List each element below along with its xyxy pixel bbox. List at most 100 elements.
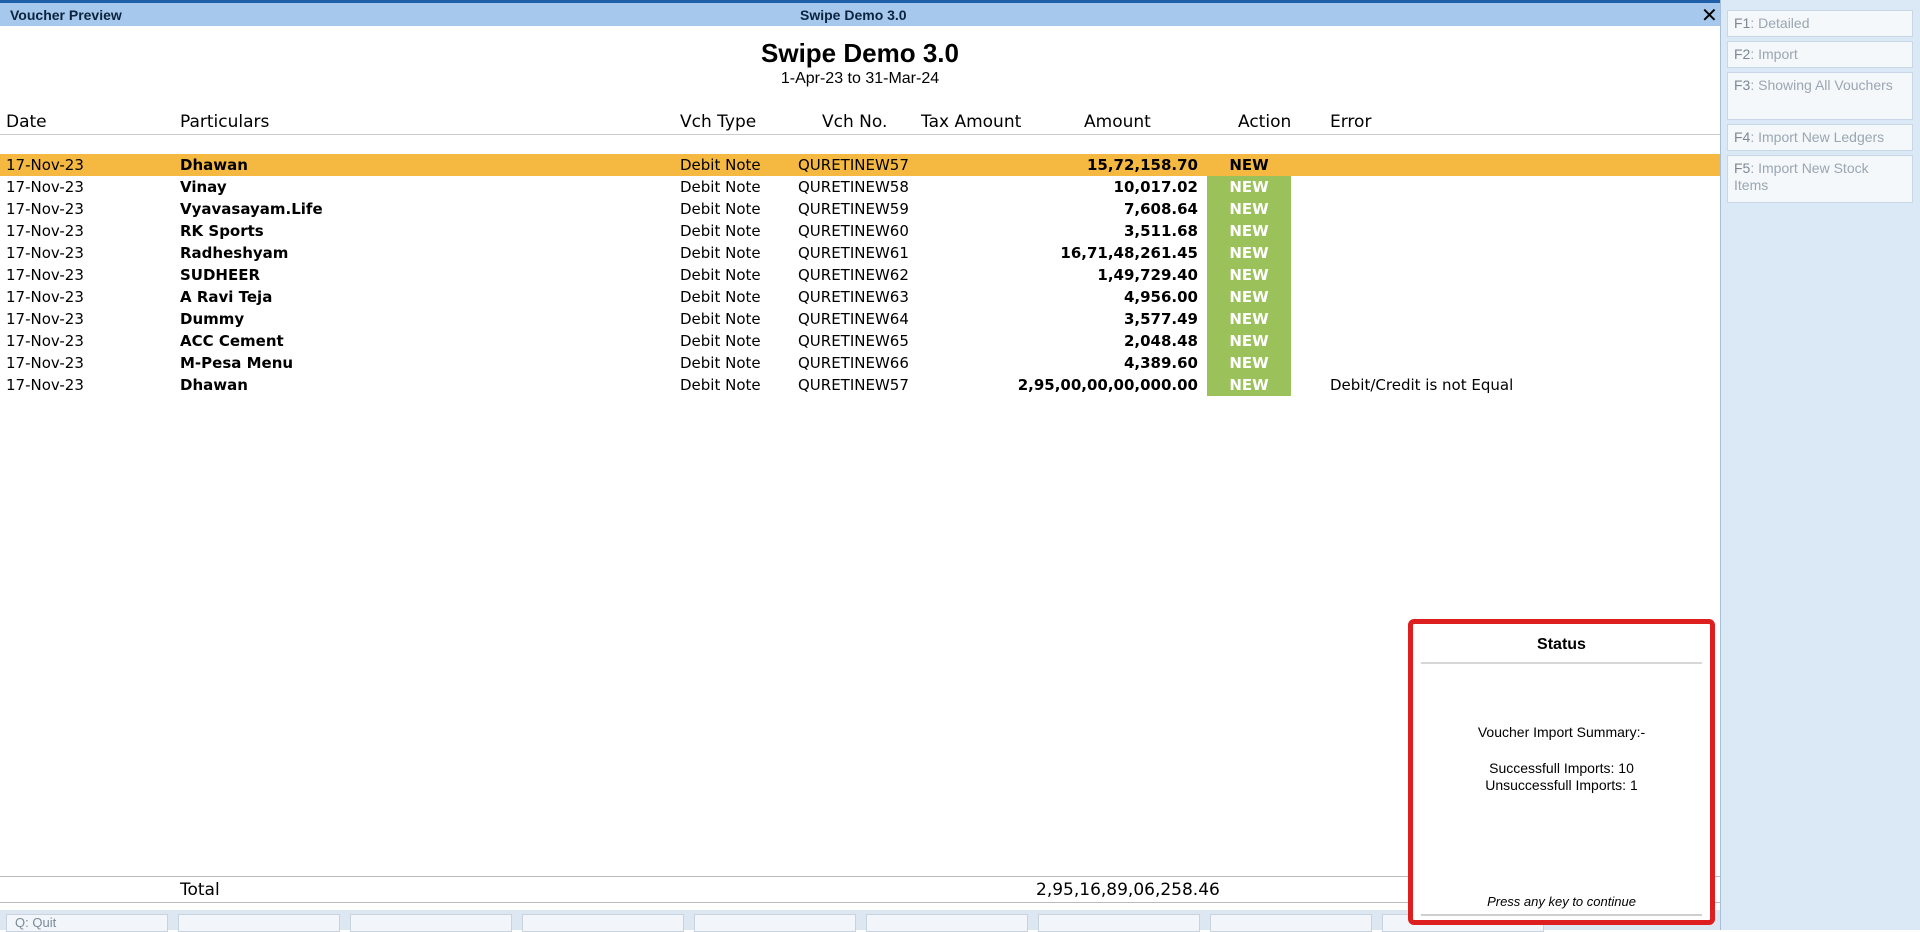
row-particulars: A Ravi Teja [180, 288, 273, 306]
column-header-error: Error [1330, 112, 1372, 132]
bottom-button-empty[interactable] [1210, 914, 1372, 932]
f5-label: : Import New Stock Items [1734, 160, 1869, 193]
row-action-badge: NEW [1207, 242, 1291, 264]
f4-key: F4 [1734, 129, 1751, 145]
bottom-button-empty[interactable] [866, 914, 1028, 932]
table-row[interactable]: 17-Nov-23 Vyavasayam.Life Debit Note QUR… [0, 198, 1720, 220]
row-vch-type: Debit Note [680, 178, 761, 196]
row-date: 17-Nov-23 [6, 310, 84, 328]
row-action-badge: NEW [1207, 198, 1291, 220]
row-vch-type: Debit Note [680, 310, 761, 328]
row-vch-type: Debit Note [680, 288, 761, 306]
table-row[interactable]: 17-Nov-23 Vinay Debit Note QURETINEW58 1… [0, 176, 1720, 198]
column-header-particulars: Particulars [180, 112, 270, 132]
close-icon[interactable]: ✕ [1701, 5, 1718, 25]
f4-label: : Import New Ledgers [1750, 129, 1885, 145]
row-amount: 2,95,00,00,00,000.00 [1017, 376, 1198, 394]
row-vch-no: QURETINEW60 [798, 222, 909, 240]
row-particulars: M-Pesa Menu [180, 354, 294, 372]
row-action-badge: NEW [1229, 156, 1269, 174]
column-header-tax-amount: Tax Amount [921, 112, 1022, 132]
status-dialog[interactable]: Status Voucher Import Summary:- Successf… [1408, 619, 1715, 925]
table-row[interactable]: 17-Nov-23 ACC Cement Debit Note QURETINE… [0, 330, 1720, 352]
row-date: 17-Nov-23 [6, 178, 84, 196]
row-vch-no: QURETINEW61 [798, 244, 909, 262]
right-button-panel: F1: Detailed F2: Import F3: Showing All … [1720, 0, 1920, 930]
row-action-badge: NEW [1207, 374, 1291, 396]
press-any-key-hint: Press any key to continue [1487, 894, 1636, 909]
row-vch-no: QURETINEW64 [798, 310, 909, 328]
quit-key: Q [15, 915, 26, 930]
status-divider [1421, 662, 1702, 664]
row-vch-no: QURETINEW57 [798, 156, 909, 174]
table-row[interactable]: 17-Nov-23 Dhawan Debit Note QURETINEW57 … [0, 154, 1720, 176]
header-divider [0, 134, 1720, 135]
f3-showing-all-vouchers-button[interactable]: F3: Showing All Vouchers [1727, 72, 1913, 120]
bottom-button-empty[interactable] [694, 914, 856, 932]
row-date: 17-Nov-23 [6, 288, 84, 306]
table-row[interactable]: 17-Nov-23 Radheshyam Debit Note QURETINE… [0, 242, 1720, 264]
f2-label: : Import [1750, 46, 1798, 62]
row-particulars: Vyavasayam.Life [180, 200, 323, 218]
row-date: 17-Nov-23 [6, 266, 84, 284]
total-label: Total [180, 880, 220, 900]
column-header-date: Date [6, 112, 47, 132]
row-date: 17-Nov-23 [6, 376, 84, 394]
f5-import-new-stock-items-button[interactable]: F5: Import New Stock Items [1727, 155, 1913, 203]
row-vch-no: QURETINEW58 [798, 178, 909, 196]
f1-label: : Detailed [1750, 15, 1810, 31]
bottom-button-empty[interactable] [350, 914, 512, 932]
f1-detailed-button[interactable]: F1: Detailed [1727, 10, 1913, 37]
row-amount: 7,608.64 [1123, 200, 1198, 218]
row-date: 17-Nov-23 [6, 222, 84, 240]
quit-button[interactable]: Q: Quit [6, 914, 168, 932]
table-row[interactable]: 17-Nov-23 RK Sports Debit Note QURETINEW… [0, 220, 1720, 242]
row-vch-no: QURETINEW66 [798, 354, 909, 372]
row-particulars: Vinay [180, 178, 227, 196]
row-date: 17-Nov-23 [6, 332, 84, 350]
row-particulars: Dhawan [180, 376, 248, 394]
total-amount: 2,95,16,89,06,258.46 [1036, 880, 1220, 900]
row-amount: 2,048.48 [1123, 332, 1198, 350]
row-vch-type: Debit Note [680, 354, 761, 372]
bottom-button-empty[interactable] [178, 914, 340, 932]
row-date: 17-Nov-23 [6, 354, 84, 372]
row-action-badge: NEW [1207, 176, 1291, 198]
table-row[interactable]: 17-Nov-23 A Ravi Teja Debit Note QURETIN… [0, 286, 1720, 308]
row-amount: 4,389.60 [1123, 354, 1198, 372]
quit-label: : Quit [25, 915, 57, 930]
row-vch-type: Debit Note [680, 244, 761, 262]
f1-key: F1 [1734, 15, 1751, 31]
row-amount: 4,956.00 [1123, 288, 1198, 306]
table-row[interactable]: 17-Nov-23 Dummy Debit Note QURETINEW64 3… [0, 308, 1720, 330]
table-row[interactable]: 17-Nov-23 Dhawan Debit Note QURETINEW57 … [0, 374, 1720, 396]
company-title-bar: Swipe Demo 3.0 [800, 7, 907, 23]
column-header-vch-no: Vch No. [822, 112, 888, 132]
column-header-vch-type: Vch Type [680, 112, 757, 132]
bottom-button-empty[interactable] [522, 914, 684, 932]
row-particulars: SUDHEER [180, 266, 261, 284]
row-action-badge: NEW [1207, 308, 1291, 330]
row-vch-type: Debit Note [680, 332, 761, 350]
row-date: 17-Nov-23 [6, 200, 84, 218]
row-action-badge: NEW [1207, 264, 1291, 286]
column-header-action: Action [1238, 112, 1292, 132]
row-particulars: Radheshyam [180, 244, 289, 262]
report-period: 1-Apr-23 to 31-Mar-24 [780, 70, 940, 87]
f4-import-new-ledgers-button[interactable]: F4: Import New Ledgers [1727, 124, 1913, 151]
bottom-button-empty[interactable] [1038, 914, 1200, 932]
row-particulars: RK Sports [180, 222, 264, 240]
table-row[interactable]: 17-Nov-23 SUDHEER Debit Note QURETINEW62… [0, 264, 1720, 286]
f2-import-button[interactable]: F2: Import [1727, 41, 1913, 68]
unsuccessful-imports-count: Unsuccessfull Imports: 1 [1485, 777, 1638, 793]
status-bottom-divider [1421, 914, 1702, 916]
window-title: Voucher Preview [10, 7, 122, 23]
row-action-badge: NEW [1207, 352, 1291, 374]
table-row[interactable]: 17-Nov-23 M-Pesa Menu Debit Note QURETIN… [0, 352, 1720, 374]
row-amount: 16,71,48,261.45 [1060, 244, 1198, 262]
row-amount: 3,577.49 [1123, 310, 1198, 328]
row-amount: 15,72,158.70 [1086, 156, 1198, 174]
title-bar: Voucher Preview Swipe Demo 3.0 ✕ [0, 0, 1720, 26]
voucher-table: 17-Nov-23 Dhawan Debit Note QURETINEW57 … [0, 154, 1720, 396]
row-date: 17-Nov-23 [6, 244, 84, 262]
